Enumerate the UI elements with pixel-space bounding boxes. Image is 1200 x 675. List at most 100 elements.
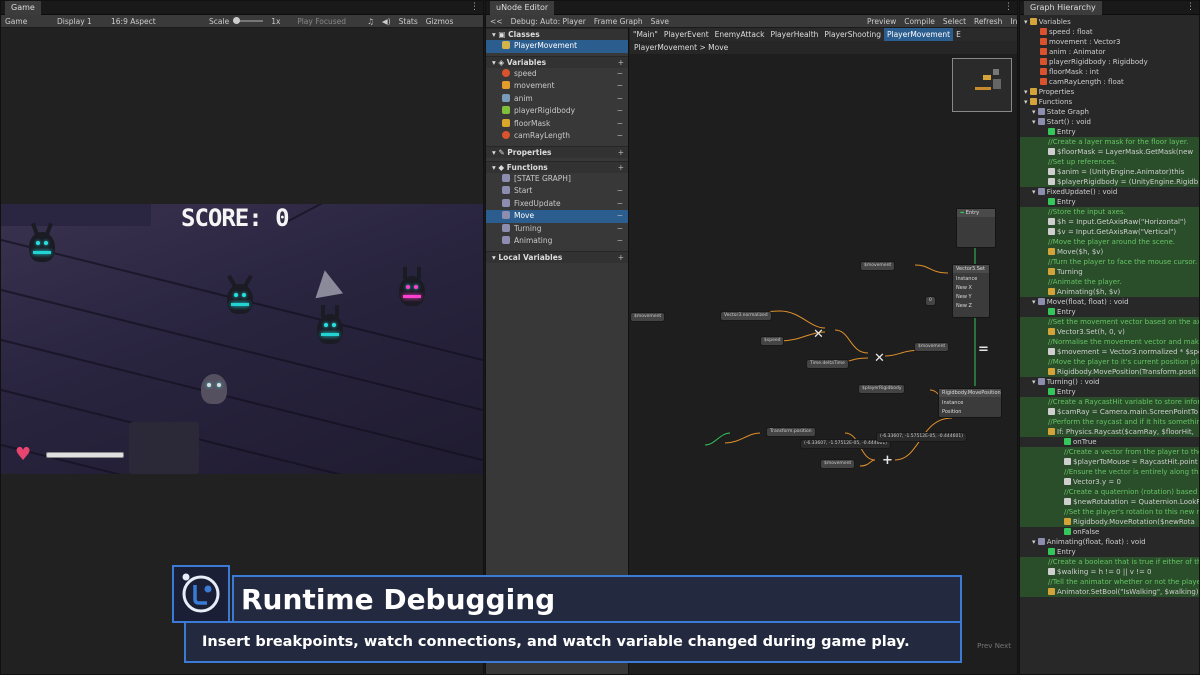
hierarchy-row[interactable]: ▾ State Graph bbox=[1020, 107, 1199, 117]
hierarchy-row[interactable]: Entry bbox=[1020, 127, 1199, 137]
caret-down-icon[interactable]: ▾ bbox=[1032, 378, 1038, 386]
normalized-node[interactable]: Vector3.normalized bbox=[720, 311, 772, 321]
add-operator[interactable]: + bbox=[882, 453, 893, 468]
functions-header[interactable]: ▾ ◆ Functions + bbox=[486, 160, 628, 173]
function-item[interactable]: Animating − bbox=[486, 235, 628, 248]
hierarchy-row[interactable]: camRayLength : float bbox=[1020, 77, 1199, 87]
zero-input[interactable]: 0 bbox=[925, 296, 936, 306]
add-property-icon[interactable]: + bbox=[618, 147, 624, 159]
hierarchy-row[interactable]: ▾ Move(float, float) : void bbox=[1020, 297, 1199, 307]
hierarchy-row[interactable]: //Create a layer mask for the floor laye… bbox=[1020, 137, 1199, 147]
hierarchy-row[interactable]: //Create a vector from the player to the bbox=[1020, 447, 1199, 457]
transform-position-node[interactable]: Transform.position bbox=[766, 427, 816, 437]
play-focused-select[interactable]: Play Focused bbox=[293, 17, 363, 26]
frame-graph-button[interactable]: Frame Graph bbox=[590, 17, 647, 26]
variable-item[interactable]: camRayLength − bbox=[486, 130, 628, 143]
speed-variable-node[interactable]: $speed bbox=[760, 336, 785, 346]
hierarchy-row[interactable]: $movement = Vector3.normalized * $spe bbox=[1020, 347, 1199, 357]
hierarchy-row[interactable]: If: Physics.Raycast($camRay, $floorHit, bbox=[1020, 427, 1199, 437]
caret-down-icon[interactable]: ▾ bbox=[1024, 88, 1030, 96]
hierarchy-row[interactable]: onFalse bbox=[1020, 527, 1199, 537]
hierarchy-row[interactable]: //Move the player to it's current positi… bbox=[1020, 357, 1199, 367]
hierarchy-menu-icon[interactable]: ⋮ bbox=[1186, 2, 1195, 12]
movement-setter-node[interactable]: $movement bbox=[914, 342, 950, 352]
assign-operator[interactable]: = bbox=[978, 342, 989, 357]
graph-minimap[interactable] bbox=[952, 58, 1012, 112]
hierarchy-row[interactable]: anim : Animator bbox=[1020, 47, 1199, 57]
hierarchy-row[interactable]: ▾ Start() : void bbox=[1020, 117, 1199, 127]
unode-menu-icon[interactable]: ⋮ bbox=[1004, 2, 1013, 12]
scale-slider[interactable] bbox=[233, 17, 264, 24]
aspect-select[interactable]: 16:9 Aspect bbox=[107, 17, 205, 26]
hierarchy-row[interactable]: //Tell the animator whether or not the p… bbox=[1020, 577, 1199, 587]
hierarchy-row[interactable]: $newRotatation = Quaternion.LookR bbox=[1020, 497, 1199, 507]
hierarchy-row[interactable]: Entry bbox=[1020, 197, 1199, 207]
hierarchy-row[interactable]: Rigidbody.MovePosition(Transform.posit bbox=[1020, 367, 1199, 377]
hierarchy-row[interactable]: //Normalise the movement vector and make bbox=[1020, 337, 1199, 347]
function-item[interactable]: Start − bbox=[486, 185, 628, 198]
hierarchy-row[interactable]: Animating($h, $v) bbox=[1020, 287, 1199, 297]
function-item[interactable]: [STATE GRAPH] bbox=[486, 173, 628, 186]
movement-getter-node[interactable]: $movement bbox=[820, 459, 856, 469]
display-select[interactable]: Display 1 bbox=[53, 17, 107, 26]
save-button[interactable]: Save bbox=[647, 17, 673, 26]
add-local-variable-icon[interactable]: + bbox=[618, 252, 624, 264]
function-item[interactable]: Move − bbox=[486, 210, 628, 223]
hierarchy-row[interactable]: //Ensure the vector is entirely along th… bbox=[1020, 467, 1199, 477]
hierarchy-row[interactable]: //Set up references. bbox=[1020, 157, 1199, 167]
hierarchy-row[interactable]: ▾ FixedUpdate() : void bbox=[1020, 187, 1199, 197]
hierarchy-row[interactable]: Animator.SetBool("IsWalking", $walking) bbox=[1020, 587, 1199, 597]
caret-down-icon[interactable]: ▾ bbox=[1024, 98, 1030, 106]
prev-button[interactable]: Prev bbox=[977, 642, 992, 650]
variable-item[interactable]: speed − bbox=[486, 68, 628, 81]
hierarchy-row[interactable]: //Create a RaycastHit variable to store … bbox=[1020, 397, 1199, 407]
select-button[interactable]: Select bbox=[939, 17, 970, 26]
preview-button[interactable]: Preview bbox=[863, 17, 900, 26]
hierarchy-row[interactable]: //Create a boolean that is true if eithe… bbox=[1020, 557, 1199, 567]
hierarchy-row[interactable]: //Create a quaternion (rotation) based c bbox=[1020, 487, 1199, 497]
hierarchy-row[interactable]: speed : float bbox=[1020, 27, 1199, 37]
hierarchy-row[interactable]: ▾ Variables bbox=[1020, 17, 1199, 27]
hierarchy-row[interactable]: Vector3.Set(h, 0, v) bbox=[1020, 327, 1199, 337]
hierarchy-row[interactable]: $camRay = Camera.main.ScreenPointTo bbox=[1020, 407, 1199, 417]
movement-variable-node[interactable]: $movement bbox=[860, 261, 896, 271]
compile-button[interactable]: Compile bbox=[900, 17, 939, 26]
vector3-set-node[interactable]: Vector3.Set Instance New X New Y New Z bbox=[952, 264, 990, 318]
hierarchy-row[interactable]: //Set the movement vector based on the a… bbox=[1020, 317, 1199, 327]
caret-down-icon[interactable]: ▾ bbox=[1032, 298, 1038, 306]
caret-down-icon[interactable]: ▾ bbox=[1032, 538, 1038, 546]
hierarchy-row[interactable]: //Perform the raycast and if it hits som… bbox=[1020, 417, 1199, 427]
variable-item[interactable]: playerRigidbody − bbox=[486, 105, 628, 118]
properties-header[interactable]: ▾ ✎ Properties + bbox=[486, 145, 628, 159]
hierarchy-row[interactable]: $floorMask = LayerMask.GetMask(new bbox=[1020, 147, 1199, 157]
rigidbody-moveposition-node[interactable]: Rigidbody.MovePosition Instance Position bbox=[938, 388, 1002, 418]
refresh-button[interactable]: Refresh bbox=[970, 17, 1006, 26]
caret-down-icon[interactable]: ▾ bbox=[1032, 188, 1038, 196]
hierarchy-row[interactable]: ▾ Animating(float, float) : void bbox=[1020, 537, 1199, 547]
game-mode-select[interactable]: Game bbox=[1, 17, 53, 26]
hierarchy-row[interactable]: ▾ Turning() : void bbox=[1020, 377, 1199, 387]
variables-header[interactable]: ▾ ◈ Variables + bbox=[486, 55, 628, 68]
player-rigidbody-node[interactable]: $playerRigidbody bbox=[858, 384, 906, 394]
local-variables-header[interactable]: ▾ Local Variables + bbox=[486, 250, 628, 264]
hierarchy-row[interactable]: //Set the player's rotation to this new … bbox=[1020, 507, 1199, 517]
hierarchy-row[interactable]: Rigidbody.MoveRotation($newRota bbox=[1020, 517, 1199, 527]
variable-item[interactable]: floorMask − bbox=[486, 118, 628, 131]
hierarchy-row[interactable]: Move($h, $v) bbox=[1020, 247, 1199, 257]
hierarchy-row[interactable]: $v = Input.GetAxisRaw("Vertical") bbox=[1020, 227, 1199, 237]
hierarchy-tab[interactable]: Graph Hierarchy bbox=[1024, 1, 1102, 15]
function-item[interactable]: Turning − bbox=[486, 223, 628, 236]
hierarchy-row[interactable]: $h = Input.GetAxisRaw("Horizontal") bbox=[1020, 217, 1199, 227]
hierarchy-row[interactable]: Entry bbox=[1020, 387, 1199, 397]
stats-button[interactable]: Stats bbox=[395, 17, 422, 26]
class-item[interactable]: PlayerMovement bbox=[486, 40, 628, 53]
hierarchy-row[interactable]: ▾ Functions bbox=[1020, 97, 1199, 107]
hierarchy-row[interactable]: Entry bbox=[1020, 307, 1199, 317]
game-menu-icon[interactable]: ⋮ bbox=[470, 2, 479, 12]
game-tab[interactable]: Game bbox=[5, 1, 41, 15]
movement-getter-node[interactable]: $movement bbox=[630, 312, 666, 322]
hierarchy-row[interactable]: Entry bbox=[1020, 547, 1199, 557]
hierarchy-row[interactable]: $playerRigidbody = (UnityEngine.Rigidb bbox=[1020, 177, 1199, 187]
hierarchy-row[interactable]: Vector3.y = 0 bbox=[1020, 477, 1199, 487]
collapse-button[interactable]: << bbox=[486, 17, 507, 26]
